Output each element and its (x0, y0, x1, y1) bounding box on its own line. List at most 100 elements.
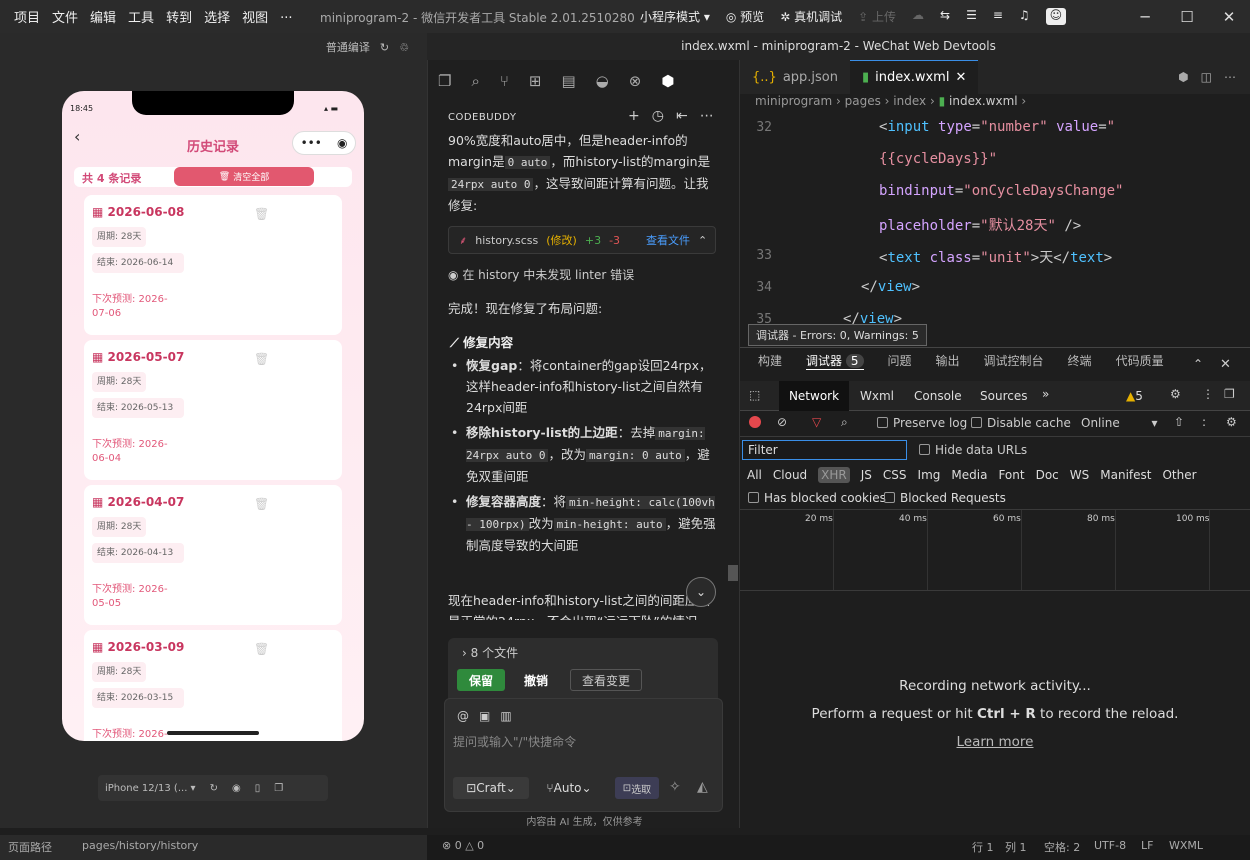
mention-icon[interactable]: @ (457, 709, 469, 723)
inspect-icon[interactable]: ⬚ (749, 388, 760, 402)
tab-output[interactable]: 输出 (936, 352, 960, 370)
search-icon[interactable]: ⌕ (471, 72, 479, 90)
code-line[interactable]: </view> (861, 279, 920, 295)
auto-dropdown[interactable]: ⑂ Auto ⌄ (537, 777, 601, 799)
search-icon[interactable]: ⌕ (841, 415, 848, 430)
upload-button[interactable]: ⇪ 上传 (858, 8, 896, 25)
switch-icon[interactable]: ⇆ (940, 8, 950, 25)
menu-edit[interactable]: 编辑 (90, 7, 116, 26)
tab-index-wxml[interactable]: ▮ index.wxml ✕ (850, 60, 979, 94)
breadcrumb-item[interactable]: miniprogram (755, 94, 832, 108)
type-doc[interactable]: Doc (1036, 468, 1059, 482)
close-tab-icon[interactable]: ✕ (955, 70, 966, 85)
code-line[interactable]: {{cycleDays}}" (879, 151, 997, 167)
clear-icon[interactable]: ⊘ (777, 415, 787, 429)
compile-mode[interactable]: 普通编译 (326, 39, 370, 55)
sparkle-icon[interactable]: ✧ (669, 779, 681, 795)
eol-status[interactable]: LF (1141, 839, 1153, 852)
code-line[interactable]: <text class="unit">天</text> (879, 247, 1112, 267)
blocked-cookies-checkbox[interactable]: Has blocked cookies (748, 491, 886, 505)
page-path-label[interactable]: 页面路径 (8, 839, 52, 855)
delete-icon[interactable]: 🗑 (254, 497, 269, 511)
menu-project[interactable]: 项目 (14, 7, 40, 26)
record-card[interactable]: ▦ 2026-03-09 🗑 周期: 28天 结束: 2026-03-15 下次… (84, 630, 342, 741)
close-button[interactable]: ✕ (1208, 0, 1250, 33)
scroll-down-button[interactable]: ⌄ (686, 577, 716, 607)
cursor-line[interactable]: 行 1 (972, 839, 994, 855)
type-xhr[interactable]: XHR (818, 467, 850, 483)
type-all[interactable]: All (747, 468, 762, 482)
menu-goto[interactable]: 转到 (166, 7, 192, 26)
clear-all-button[interactable]: 🗑 清空全部 (174, 167, 314, 186)
files-icon[interactable]: ❐ (438, 72, 451, 90)
delete-icon[interactable]: 🗑 (254, 642, 269, 656)
menu-tools[interactable]: 工具 (128, 7, 154, 26)
book-icon[interactable]: ▥ (500, 709, 511, 723)
bell-icon[interactable]: ♫ (1019, 8, 1030, 25)
type-js[interactable]: JS (861, 468, 872, 482)
tab-debugger[interactable]: 调试器 5 (806, 352, 864, 370)
clear-cache-icon[interactable]: ♲ (399, 41, 409, 54)
keep-button[interactable]: 保留 (457, 669, 505, 691)
import-icon[interactable]: ⇧ (1174, 415, 1184, 429)
breadcrumb-item[interactable]: index.wxml (949, 94, 1018, 108)
cloud-icon[interactable]: ☁ (912, 8, 924, 25)
code-line[interactable]: </view> (843, 311, 902, 325)
language-status[interactable]: WXML (1169, 839, 1203, 852)
tab-build[interactable]: 构建 (758, 352, 782, 370)
menu-file[interactable]: 文件 (52, 7, 78, 26)
preserve-log-checkbox[interactable]: Preserve log (877, 416, 967, 430)
extensions-icon[interactable]: ⊞ (529, 72, 542, 90)
collapse-icon[interactable]: ⌃ (1193, 357, 1203, 371)
tab-problems[interactable]: 问题 (888, 352, 912, 370)
preview-button[interactable]: ◎ 预览 (726, 8, 764, 25)
device-select[interactable]: iPhone 12/13 (... ▾ (105, 783, 196, 794)
menu-select[interactable]: 选择 (204, 7, 230, 26)
tab-console[interactable]: Console (914, 389, 962, 403)
code-line[interactable]: bindinput="onCycleDaysChange" (879, 183, 1123, 199)
close-mini-icon[interactable]: ◉ (337, 136, 347, 150)
history-icon[interactable]: ◷ (652, 108, 664, 124)
codebuddy-small-icon[interactable]: ⬢ (1178, 70, 1188, 84)
image-icon[interactable]: ▣ (479, 709, 490, 723)
more-icon[interactable]: : (1202, 415, 1206, 429)
throttle-select[interactable]: Online ▾ (1081, 416, 1158, 430)
details-icon[interactable]: ☰ (966, 8, 977, 25)
mode-dropdown[interactable]: 小程序模式 ▾ (640, 8, 710, 25)
new-chat-icon[interactable]: + (628, 108, 640, 124)
avatar[interactable]: ☺ (1045, 8, 1067, 25)
type-media[interactable]: Media (951, 468, 987, 482)
minimize-button[interactable]: ─ (1124, 0, 1166, 33)
refresh-icon[interactable]: ↻ (380, 41, 389, 54)
debug-icon[interactable]: ▤ (561, 72, 575, 90)
git-icon[interactable]: ⑂ (500, 72, 509, 90)
record-button[interactable] (749, 416, 761, 428)
capsule-menu[interactable]: ••• ◉ (292, 131, 356, 155)
filter-input[interactable]: Filter (742, 440, 907, 460)
dock-icon[interactable]: ⇤ (676, 108, 688, 124)
tab-network[interactable]: Network (779, 381, 849, 411)
indent-status[interactable]: 空格: 2 (1044, 839, 1080, 855)
tab-code-quality[interactable]: 代码质量 (1116, 352, 1164, 370)
send-icon[interactable]: ◭ (697, 779, 708, 795)
code-line[interactable]: placeholder="默认28天" /> (879, 215, 1081, 235)
craft-dropdown[interactable]: ⊡ Craft ⌄ (453, 777, 529, 799)
delete-icon[interactable]: 🗑 (254, 207, 269, 221)
menu-more[interactable]: ... (280, 7, 292, 26)
blocked-requests-checkbox[interactable]: Blocked Requests (884, 491, 1006, 505)
rotate-icon[interactable]: ↻ (210, 783, 218, 794)
phone-icon[interactable]: ▯ (255, 783, 261, 794)
maximize-button[interactable]: ☐ (1166, 0, 1208, 33)
record-card[interactable]: ▦ 2026-04-07 🗑 周期: 28天 结束: 2026-04-13 下次… (84, 485, 342, 625)
undo-button[interactable]: 撤销 (514, 669, 558, 691)
remote-debug-button[interactable]: ✲ 真机调试 (780, 8, 842, 25)
tab-terminal[interactable]: 终端 (1068, 352, 1092, 370)
view-file-link[interactable]: 查看文件 (646, 232, 690, 248)
settings-icon[interactable]: ⚙ (1170, 387, 1181, 401)
menu-icon[interactable]: ≡ (993, 8, 1003, 25)
errors-status[interactable]: ⊗ 0 △ 0 (442, 839, 484, 852)
filter-icon[interactable]: ▽ (812, 415, 821, 429)
type-cloud[interactable]: Cloud (773, 468, 807, 482)
split-editor-icon[interactable]: ◫ (1201, 70, 1212, 84)
chat-input[interactable]: 提问或输入"/"快捷命令 (453, 733, 576, 750)
